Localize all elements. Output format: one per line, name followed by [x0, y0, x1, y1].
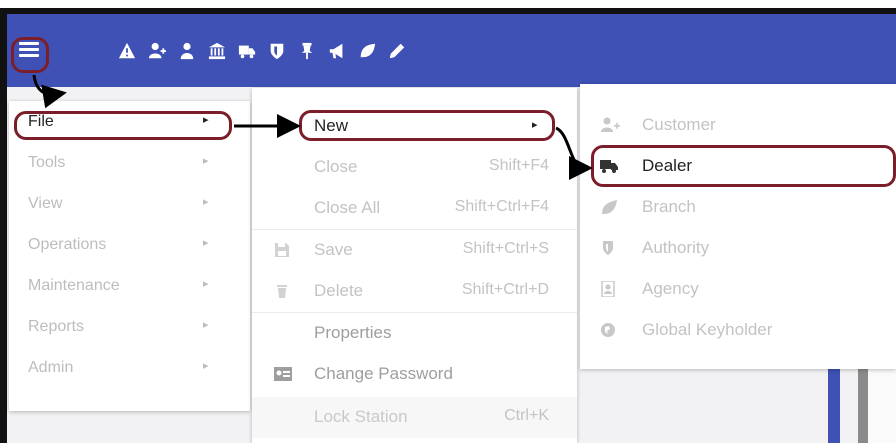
- arrow-new-to-dealer: [555, 126, 593, 180]
- app-window: File ▸ Tools ▸ View ▸ Operations ▸ Maintenan…: [0, 0, 896, 443]
- arrow-menu-to-file: [32, 74, 67, 109]
- annotation-arrows: [32, 74, 593, 180]
